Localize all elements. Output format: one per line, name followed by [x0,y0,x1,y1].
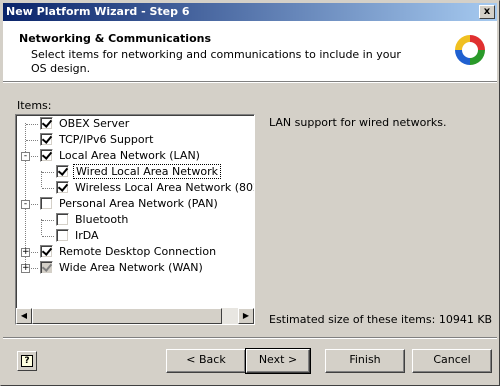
header-divider [3,81,497,83]
tree-item-label[interactable]: TCP/IPv6 Support [57,132,155,147]
tree-item-checkbox[interactable] [40,261,53,274]
tree-item-label[interactable]: Local Area Network (LAN) [57,148,202,163]
tree-line [26,140,38,141]
title-bar: New Platform Wizard - Step 6 x [3,3,497,21]
tree-item[interactable]: + Wide Area Network (WAN) [16,260,254,276]
window-title: New Platform Wizard - Step 6 [6,5,190,18]
tree-item-checkbox[interactable] [40,149,53,162]
wizard-header: Networking & Communications Select items… [3,21,497,81]
cancel-button[interactable]: Cancel [412,349,492,373]
page-description: Select items for networking and communic… [31,48,401,75]
tree-item[interactable]: TCP/IPv6 Support [16,132,254,148]
tree-item[interactable]: + Remote Desktop Connection [16,244,254,260]
tree-item-label[interactable]: Remote Desktop Connection [57,244,218,259]
close-button[interactable]: x [479,5,495,19]
tree-line [42,188,54,189]
tree-item-checkbox[interactable] [40,197,53,210]
windows-logo-icon [455,35,485,65]
tree-line [42,236,54,237]
tree-item[interactable]: Wired Local Area Network [16,164,254,180]
expand-icon[interactable]: + [21,264,30,273]
tree-item-label[interactable]: Wired Local Area Network [73,164,221,179]
tree-item[interactable]: OBEX Server [16,116,254,132]
tree-line [42,172,54,173]
tree-item[interactable]: - Personal Area Network (PAN) [16,196,254,212]
estimated-size: Estimated size of these items: 10941 KB [269,313,493,326]
tree-item-label[interactable]: Bluetooth [73,212,130,227]
collapse-icon[interactable]: - [21,152,30,161]
tree-item-label[interactable]: Personal Area Network (PAN) [57,196,220,211]
next-button[interactable]: Next > [245,348,311,374]
expand-icon[interactable]: + [21,248,30,257]
back-button[interactable]: < Back [166,349,246,373]
tree-item-checkbox[interactable] [56,229,69,242]
tree-item-checkbox[interactable] [56,181,69,194]
tree-line [26,124,38,125]
tree-item-checkbox[interactable] [56,165,69,178]
footer-divider [3,337,497,339]
tree-item-checkbox[interactable] [40,133,53,146]
tree-item-checkbox[interactable] [40,117,53,130]
page-title: Networking & Communications [19,32,212,45]
items-label: Items: [17,99,52,112]
tree-line [42,220,54,221]
tree-item-checkbox[interactable] [56,213,69,226]
items-tree[interactable]: OBEX Server TCP/IPv6 Support - Local Area N… [15,114,255,325]
help-button[interactable]: ? [17,351,37,371]
tree-item-label[interactable]: OBEX Server [57,116,131,131]
item-description: LAN support for wired networks. [269,116,447,129]
tree-item-label[interactable]: Wireless Local Area Network (802.11 [73,180,254,195]
tree-item[interactable]: - Local Area Network (LAN) [16,148,254,164]
tree-item-checkbox[interactable] [40,245,53,258]
tree-content: OBEX Server TCP/IPv6 Support - Local Area N… [16,115,254,308]
collapse-icon[interactable]: - [21,200,30,209]
scroll-thumb[interactable] [32,308,222,324]
tree-item[interactable]: Bluetooth [16,212,254,228]
tree-item[interactable]: Wireless Local Area Network (802.11 [16,180,254,196]
scroll-right-button[interactable]: ▶ [238,308,254,324]
finish-button[interactable]: Finish [325,349,405,373]
scroll-left-button[interactable]: ◀ [16,308,32,324]
tree-item[interactable]: IrDA [16,228,254,244]
help-icon: ? [21,355,33,367]
tree-item-label[interactable]: IrDA [73,228,101,243]
tree-item-label[interactable]: Wide Area Network (WAN) [57,260,205,275]
wizard-window: New Platform Wizard - Step 6 x Networkin… [0,0,500,386]
horizontal-scrollbar[interactable]: ◀ ▶ [16,308,254,324]
